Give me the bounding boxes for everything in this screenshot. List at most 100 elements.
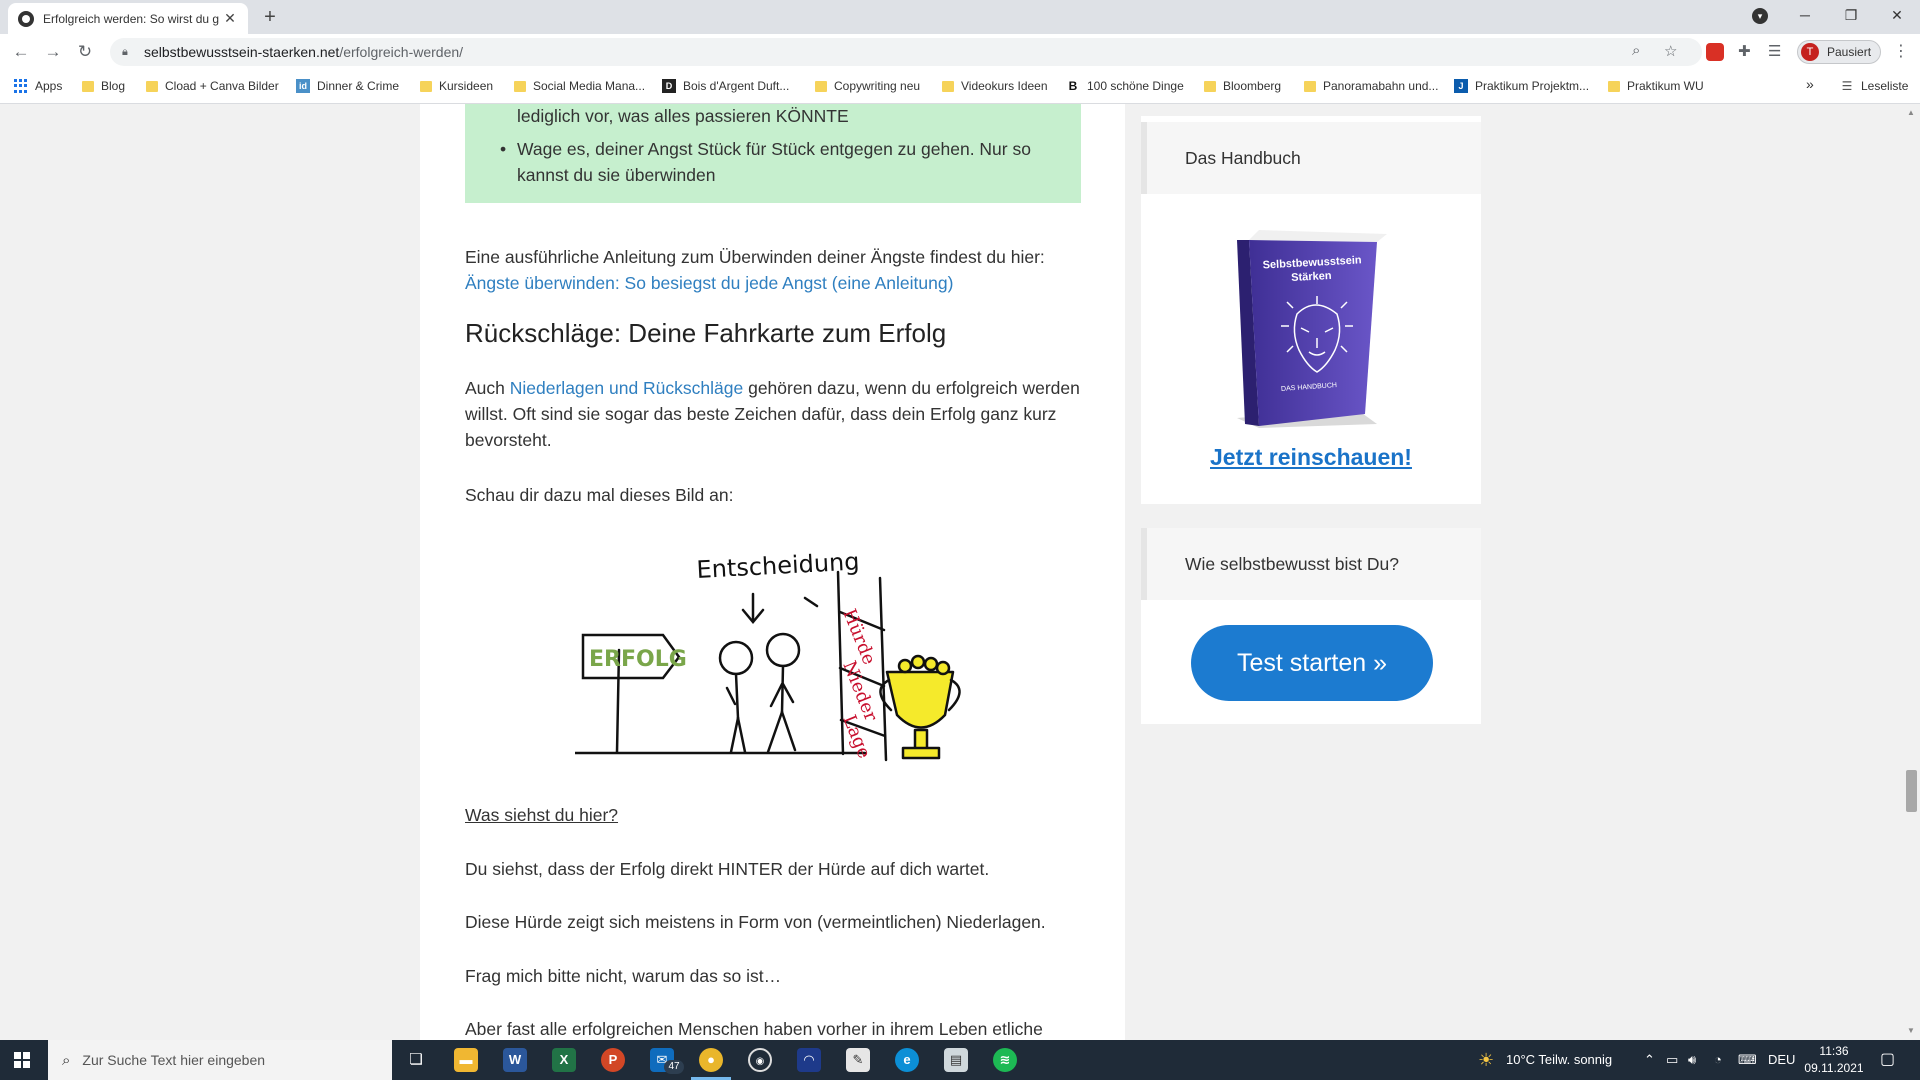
folder-icon	[146, 80, 158, 92]
url-host: selbstbewusstsein-staerken.net	[144, 44, 340, 60]
page-viewport: lediglich vor, was alles passieren KÖNNT…	[0, 104, 1920, 1040]
profile-button[interactable]: T Pausiert	[1797, 40, 1881, 64]
bookmark-social-media[interactable]: Social Media Mana...	[514, 79, 645, 93]
active-tab[interactable]: Erfolgreich werden: So wirst du g ✕	[8, 3, 248, 34]
lock-icon[interactable]: 🔒︎	[122, 46, 136, 59]
zoom-icon[interactable]: ⌕	[1632, 42, 1640, 59]
paragraph-successful-people: Aber fast alle erfolgreichen Menschen ha…	[465, 1019, 1043, 1039]
folder-icon	[1608, 80, 1620, 92]
avatar: T	[1801, 43, 1819, 61]
bookmark-panoramabahn[interactable]: Panoramabahn und...	[1304, 79, 1438, 93]
folder-icon	[1304, 80, 1316, 92]
tab-search-icon[interactable]: ▾	[1752, 8, 1768, 24]
browser-toolbar: ← → ↻ 🔒︎ selbstbewusstsein-staerken.net /…	[0, 34, 1920, 70]
word-icon[interactable]: W	[503, 1048, 527, 1072]
reload-icon[interactable]: ↻	[73, 40, 97, 64]
volume-icon[interactable]: 🔊︎	[1688, 1040, 1696, 1080]
tip-continuation: lediglich vor, was alles passieren KÖNNT…	[517, 106, 849, 126]
quiz-widget: Test starten »	[1141, 600, 1481, 724]
excel-icon[interactable]: X	[552, 1048, 576, 1072]
praktikum-site-icon: J	[1454, 79, 1468, 93]
start-test-button[interactable]: Test starten »	[1191, 625, 1433, 701]
keyboard-icon[interactable]: ⌨	[1738, 1040, 1757, 1080]
notifications-icon[interactable]: ▢	[1880, 1040, 1895, 1080]
apps-grid-icon	[14, 79, 28, 93]
question-heading: Was siehst du hier?	[465, 805, 619, 825]
obs-icon[interactable]: ◉	[748, 1048, 772, 1072]
file-explorer-icon[interactable]: ▬	[454, 1048, 478, 1072]
close-window-button[interactable]: ✕	[1874, 0, 1920, 30]
folder-icon	[514, 80, 526, 92]
fears-guide-link[interactable]: Ängste überwinden: So besiegst du jede A…	[465, 273, 953, 293]
bois-dargent-site-icon: D	[662, 79, 676, 93]
tip-list: Wage es, deiner Angst Stück für Stück en…	[500, 136, 1057, 188]
quiz-widget-title: Wie selbstbewusst bist Du?	[1141, 528, 1481, 600]
bookmark-bois-dargent[interactable]: D Bois d'Argent Duft...	[662, 79, 789, 93]
minimize-button[interactable]: ─	[1782, 0, 1828, 30]
reading-list-button[interactable]: ☰ Leseliste	[1840, 79, 1909, 93]
sketch-label-nieder: Nieder	[838, 658, 881, 725]
scroll-down-icon[interactable]: ▼	[1907, 1026, 1915, 1035]
bookmark-star-icon[interactable]: ☆	[1664, 42, 1677, 60]
scroll-up-icon[interactable]: ▲	[1907, 108, 1915, 117]
tray-expand-icon[interactable]: ⌃	[1644, 1040, 1655, 1080]
search-placeholder: Zur Suche Text hier eingeben	[82, 1052, 266, 1068]
bookmark-dinner-crime[interactable]: id Dinner & Crime	[296, 79, 399, 93]
profile-status: Pausiert	[1827, 45, 1872, 59]
tab-title: Erfolgreich werden: So wirst du g	[43, 11, 220, 26]
section-heading: Rückschläge: Deine Fahrkarte zum Erfolg	[465, 318, 947, 348]
weather-icon[interactable]: ☀	[1478, 1040, 1494, 1080]
back-icon[interactable]: ←	[9, 40, 33, 64]
meet-now-icon[interactable]: ▭	[1666, 1040, 1678, 1080]
new-tab-button[interactable]: +	[258, 5, 282, 29]
bookmark-copywriting[interactable]: Copywriting neu	[815, 79, 920, 93]
bookmarks-bar: Apps Blog Cload + Canva Bilder id Dinner …	[0, 70, 1920, 104]
bookmark-videokurs[interactable]: Videokurs Ideen	[942, 79, 1048, 93]
handbook-cta-link[interactable]: Jetzt reinschauen!	[1141, 444, 1481, 471]
bookmark-blog[interactable]: Blog	[82, 79, 125, 93]
chrome-icon[interactable]: ●	[699, 1048, 723, 1072]
bookmark-praktikum-wu[interactable]: Praktikum WU	[1608, 79, 1704, 93]
100-dinge-site-icon: B	[1068, 79, 1078, 93]
clock-time: 11:36	[1819, 1044, 1849, 1058]
forward-icon[interactable]: →	[41, 40, 65, 64]
tip-box: lediglich vor, was alles passieren KÖNNT…	[465, 104, 1081, 203]
close-tab-icon[interactable]: ✕	[222, 10, 238, 27]
powerpoint-icon[interactable]: P	[601, 1048, 625, 1072]
extensions-puzzle-icon[interactable]: ✚	[1738, 42, 1751, 60]
system-clock[interactable]: 11:36 09.11.2021	[1802, 1043, 1866, 1077]
media-queue-icon[interactable]: ☰	[1768, 42, 1781, 60]
mail-badge: 47	[664, 1060, 684, 1074]
dinner-crime-site-icon: id	[296, 79, 310, 93]
bookmark-apps[interactable]: Apps	[14, 79, 62, 93]
more-bookmarks-button[interactable]: »	[1806, 76, 1814, 92]
paint-icon[interactable]: ✎	[846, 1048, 870, 1072]
setbacks-link[interactable]: Niederlagen und Rückschläge	[510, 378, 743, 398]
address-bar[interactable]: 🔒︎ selbstbewusstsein-staerken.net/erfolg…	[110, 38, 1702, 66]
notepad-icon[interactable]: ▤	[944, 1048, 968, 1072]
spotify-icon[interactable]: ≋	[993, 1048, 1017, 1072]
menu-kebab-icon[interactable]: ⋮	[1893, 41, 1909, 61]
bookmark-bloomberg[interactable]: Bloomberg	[1204, 79, 1281, 93]
adblock-extension-icon[interactable]	[1706, 43, 1724, 61]
taskbar-search-input[interactable]: ⌕ Zur Suche Text hier eingeben	[48, 1040, 392, 1080]
bookmark-kursideen[interactable]: Kursideen	[420, 79, 493, 93]
bookmark-praktikum-projekt[interactable]: J Praktikum Projektm...	[1454, 79, 1589, 93]
windows-start-icon[interactable]	[14, 1052, 30, 1068]
sketch-label-decision: Entscheidung	[696, 547, 860, 583]
bookmark-100-dinge[interactable]: B 100 schöne Dinge	[1066, 79, 1184, 93]
input-language[interactable]: DEU	[1768, 1040, 1795, 1080]
paragraph-dont-ask: Frag mich bitte nicht, warum das so ist…	[465, 966, 782, 986]
network-icon[interactable]: ◔	[1714, 1040, 1722, 1080]
page-scrollbar[interactable]: ▲ ▼	[1903, 104, 1920, 1040]
guide-paragraph: Eine ausführliche Anleitung zum Überwind…	[465, 247, 1045, 293]
setbacks-paragraph: Auch Niederlagen und Rückschläge gehören…	[465, 378, 1080, 450]
bookmark-cload-canva[interactable]: Cload + Canva Bilder	[146, 79, 279, 93]
restore-button[interactable]: ❐	[1828, 0, 1874, 30]
scrollbar-thumb[interactable]	[1906, 770, 1917, 812]
edge-icon[interactable]: e	[895, 1048, 919, 1072]
success-sketch-illustration: Entscheidung ERFOLG Hürde Nieder Lage	[575, 547, 961, 761]
weather-text[interactable]: 10°C Teilw. sonnig	[1506, 1040, 1612, 1080]
task-view-icon[interactable]: ❏	[404, 1048, 428, 1072]
app-rainbow-icon[interactable]: ◠	[797, 1048, 821, 1072]
